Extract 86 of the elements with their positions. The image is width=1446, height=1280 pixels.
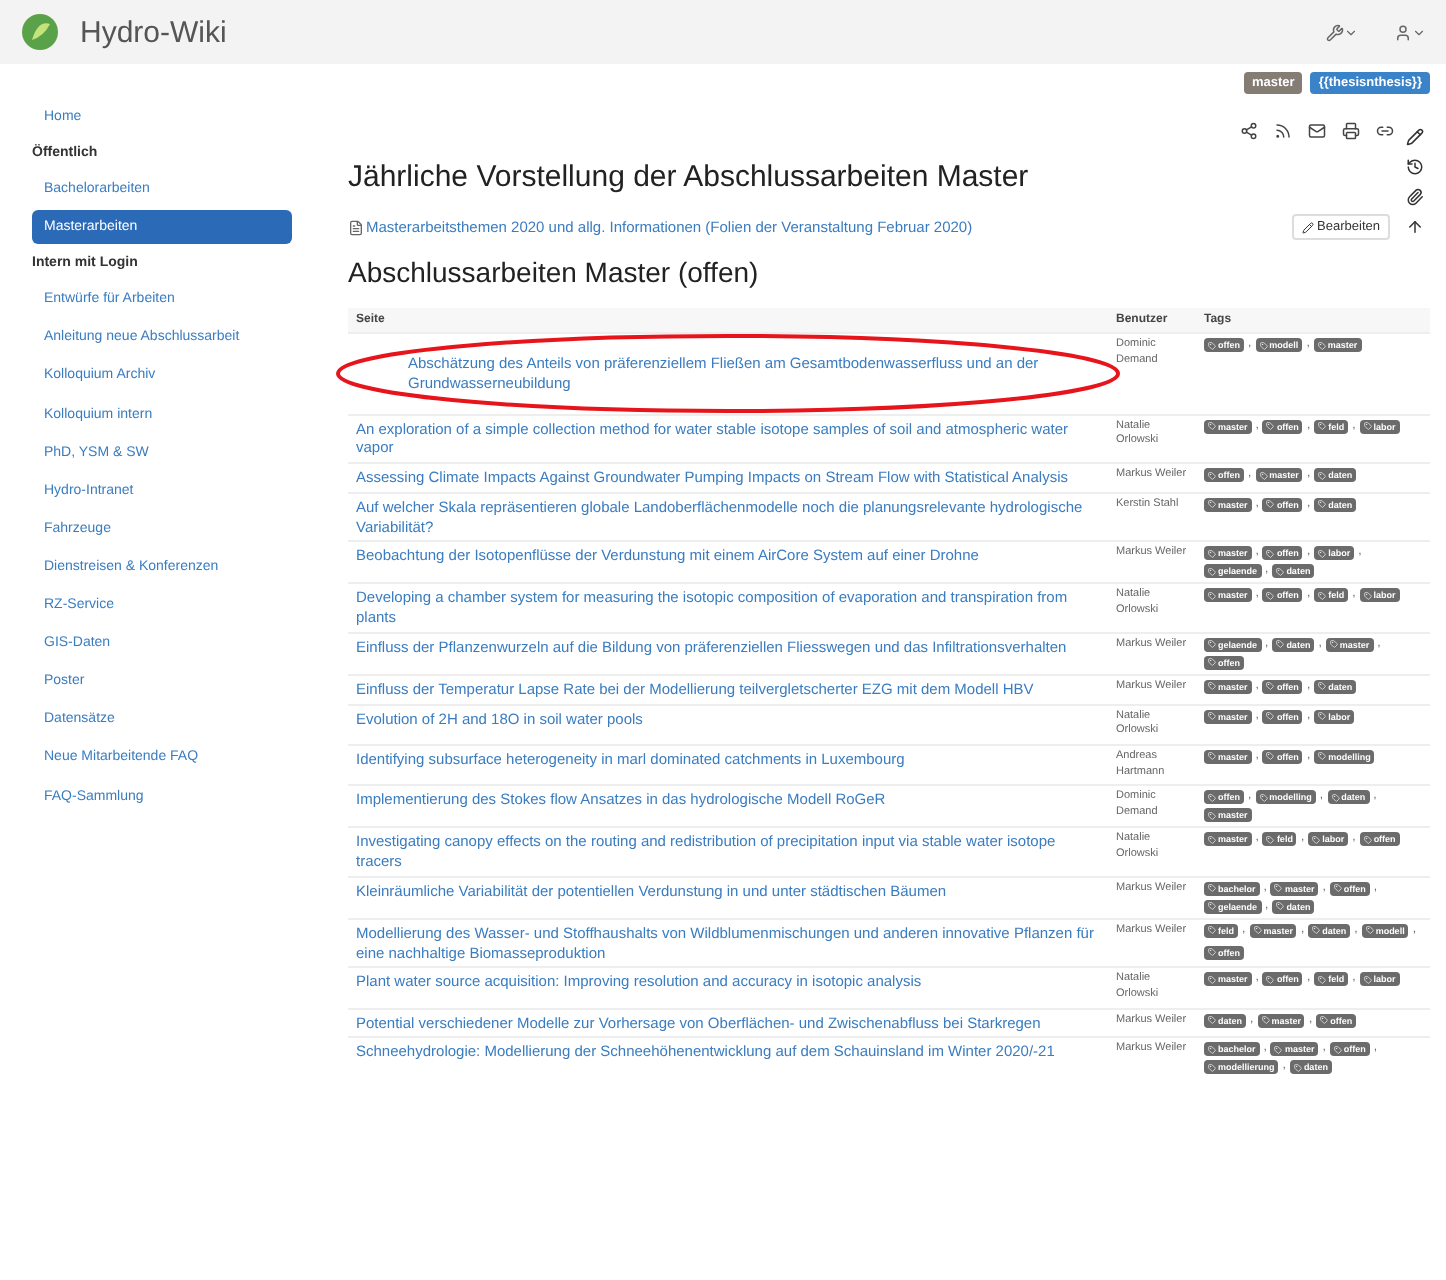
tag-icon xyxy=(1208,948,1216,956)
tag-icon xyxy=(1266,682,1275,691)
tag-icon xyxy=(1208,712,1216,720)
tag-icon xyxy=(1318,500,1327,509)
tag-icon xyxy=(1276,640,1285,649)
tag-icon xyxy=(1266,712,1275,720)
tag-icon xyxy=(1276,567,1285,576)
tag-icon xyxy=(1266,835,1275,844)
pencil-icon[interactable] xyxy=(1406,128,1424,146)
tools-menu-button[interactable] xyxy=(1326,23,1358,41)
tag-icon xyxy=(1208,567,1216,576)
caret-icon xyxy=(1344,25,1358,39)
tag-icon xyxy=(1208,811,1216,820)
tag-icon xyxy=(1208,1063,1216,1072)
tag-icon xyxy=(1266,549,1275,558)
tag-icon xyxy=(1208,658,1216,667)
history-icon[interactable] xyxy=(1406,158,1424,176)
tag-icon xyxy=(1363,835,1372,844)
tag-icon xyxy=(1329,640,1338,649)
tag-icon xyxy=(1312,835,1321,844)
leaf-logo-icon xyxy=(20,12,60,52)
tag-icon xyxy=(1208,884,1216,893)
tag-icon xyxy=(1363,975,1372,984)
section-heading: Abschlussarbeiten Master (offen) xyxy=(348,256,761,288)
tag-icon xyxy=(1208,682,1216,691)
mail-icon[interactable] xyxy=(1308,122,1326,140)
tag-icon xyxy=(1208,500,1216,509)
tag-icon xyxy=(1293,1063,1302,1072)
user-menu-button[interactable] xyxy=(1394,23,1426,41)
tag-icon xyxy=(1318,712,1327,720)
paperclip-icon[interactable] xyxy=(1406,188,1424,206)
tag-icon xyxy=(1208,902,1216,911)
page-title: Jährliche Vorstellung der Abschlussarbeiten Master xyxy=(348,160,1031,194)
tag-icon xyxy=(1208,975,1216,984)
tag-icon xyxy=(1261,1016,1270,1025)
tag-icon xyxy=(1274,1045,1283,1054)
wrench-icon xyxy=(1326,23,1344,41)
tag-icon xyxy=(1333,1045,1342,1054)
share-icon[interactable] xyxy=(1240,122,1258,140)
pencil-icon xyxy=(1301,221,1314,233)
tag-icon xyxy=(1208,422,1216,430)
tag-icon xyxy=(1208,793,1216,802)
tag-icon xyxy=(1259,341,1268,349)
tag-icon xyxy=(1208,471,1216,479)
tag-icon xyxy=(1208,1016,1216,1025)
tag-icon xyxy=(1365,926,1374,935)
tag-icon xyxy=(1318,591,1327,600)
tag-icon xyxy=(1266,975,1275,984)
tag-icon xyxy=(1208,549,1216,558)
tag-icon xyxy=(1208,752,1216,761)
tag-icon xyxy=(1318,471,1327,479)
tag-icon xyxy=(1318,682,1327,691)
tag-icon xyxy=(1259,793,1268,802)
tag-icon xyxy=(1276,902,1285,911)
user-icon xyxy=(1394,23,1412,41)
arrow-up-icon[interactable] xyxy=(1406,218,1424,236)
tag-icon xyxy=(1208,591,1216,600)
link-icon[interactable] xyxy=(1376,122,1394,140)
tag-icon xyxy=(1318,549,1327,558)
tag-icon xyxy=(1266,500,1275,509)
tag-icon xyxy=(1253,926,1262,935)
site-title: Hydro-Wiki xyxy=(80,15,227,49)
tag-icon xyxy=(1208,341,1216,349)
tag-icon xyxy=(1208,640,1216,649)
tag-icon xyxy=(1208,926,1216,935)
tag-icon xyxy=(1320,1016,1329,1025)
tag-icon xyxy=(1363,422,1372,430)
caret-icon xyxy=(1412,25,1426,39)
tag-icon xyxy=(1208,835,1216,844)
tag-icon xyxy=(1259,471,1268,479)
tag-icon xyxy=(1318,752,1327,761)
tag-icon xyxy=(1266,752,1275,761)
tag-icon xyxy=(1318,975,1327,984)
tag-icon xyxy=(1312,926,1321,935)
tag-icon xyxy=(1363,591,1372,600)
document-icon xyxy=(348,219,364,235)
tag-icon xyxy=(1274,884,1283,893)
tag-icon xyxy=(1208,1045,1216,1054)
tag-icon xyxy=(1333,884,1342,893)
tag-icon xyxy=(1266,591,1275,600)
print-icon[interactable] xyxy=(1342,122,1360,140)
tag-icon xyxy=(1331,793,1340,802)
tag-icon xyxy=(1318,422,1327,430)
tag-icon xyxy=(1266,422,1275,430)
rss-icon[interactable] xyxy=(1274,122,1292,140)
tag-icon xyxy=(1317,341,1326,349)
